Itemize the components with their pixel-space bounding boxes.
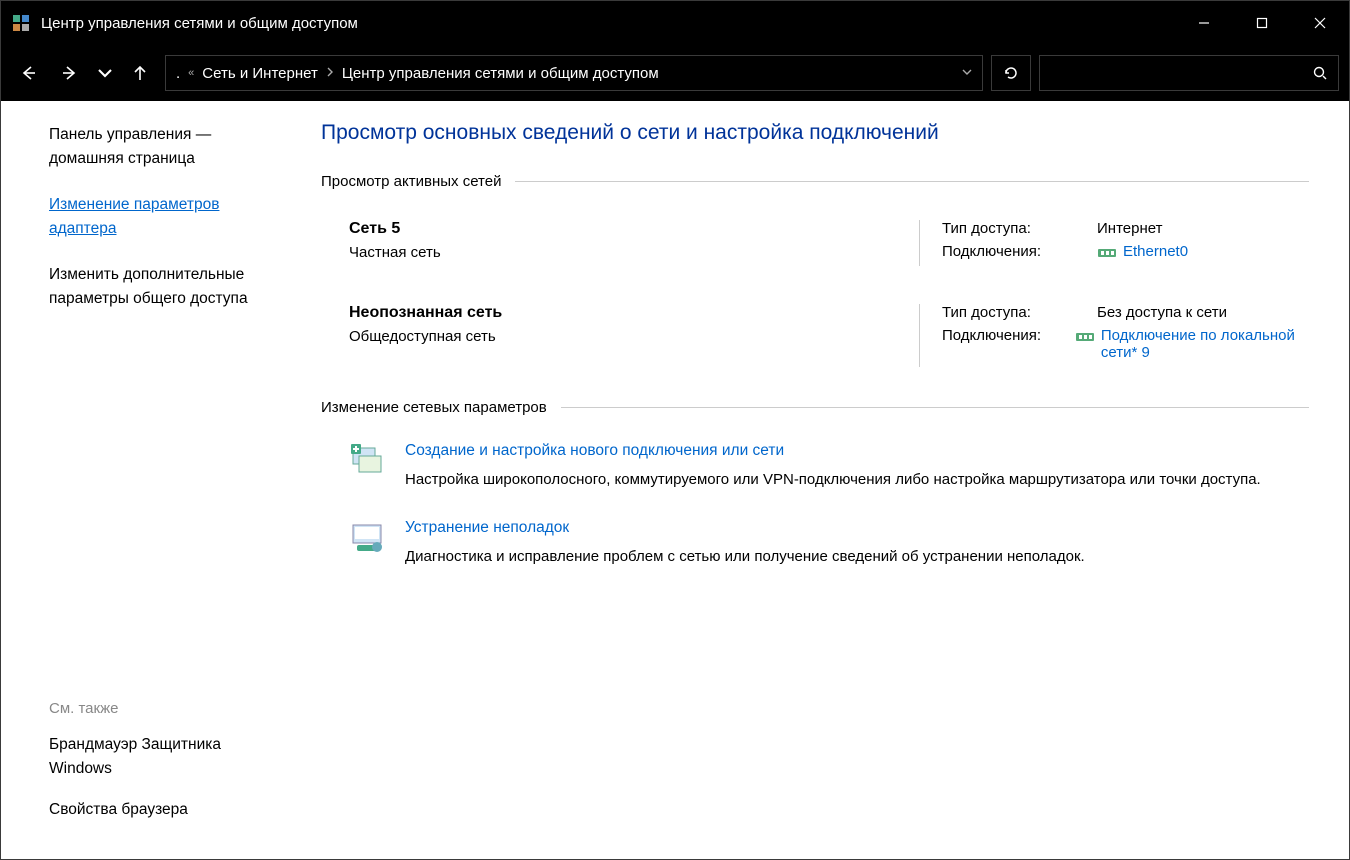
page-title: Просмотр основных сведений о сети и наст… (321, 121, 1309, 145)
up-button[interactable] (123, 56, 157, 90)
troubleshoot-icon (349, 519, 387, 557)
ethernet-icon (1097, 246, 1117, 260)
section-title: Изменение сетевых параметров (321, 399, 561, 416)
network-type: Частная сеть (349, 244, 919, 261)
sidebar-adapter-link[interactable]: Изменение параметров адаптера (49, 193, 281, 241)
access-type-label: Тип доступа: (942, 220, 1097, 237)
task-title[interactable]: Создание и настройка нового подключения … (405, 442, 1261, 460)
content-area: Панель управления — домашняя страница Из… (1, 101, 1349, 859)
firewall-link[interactable]: Брандмауэр Защитника Windows (49, 733, 281, 780)
sidebar-sharing-link[interactable]: Изменить дополнительные параметры общего… (49, 263, 281, 311)
task-description: Диагностика и исправление проблем с сеть… (405, 545, 1085, 568)
see-also-title: См. также (49, 700, 281, 717)
main-panel: Просмотр основных сведений о сети и наст… (301, 101, 1349, 859)
access-type-value: Интернет (1097, 220, 1162, 237)
access-type-value: Без доступа к сети (1097, 304, 1227, 321)
chevron-right-icon (326, 67, 334, 80)
search-input[interactable] (1039, 55, 1339, 91)
window-title: Центр управления сетями и общим доступом (41, 15, 358, 32)
network-type: Общедоступная сеть (349, 328, 919, 345)
close-button[interactable] (1291, 1, 1349, 45)
titlebar: Центр управления сетями и общим доступом (1, 1, 1349, 45)
task-title[interactable]: Устранение неполадок (405, 519, 1085, 537)
section-change-settings: Изменение сетевых параметров (321, 399, 1309, 416)
connection-name: Подключение по локальной сети* 9 (1101, 327, 1309, 361)
see-also-section: См. также Брандмауэр Защитника Windows С… (49, 700, 281, 839)
toolbar: . « Сеть и Интернет Центр управления сет… (1, 45, 1349, 101)
network-name: Неопознанная сеть (349, 304, 919, 322)
search-icon (1312, 65, 1328, 81)
breadcrumb-sep: « (188, 67, 194, 79)
connections-label: Подключения: (942, 327, 1075, 361)
task-item: Создание и настройка нового подключения … (321, 434, 1309, 499)
new-connection-icon (349, 442, 387, 480)
sidebar-home-link[interactable]: Панель управления — домашняя страница (49, 123, 281, 171)
access-type-label: Тип доступа: (942, 304, 1097, 321)
refresh-button[interactable] (991, 55, 1031, 91)
connection-link[interactable]: Подключение по локальной сети* 9 (1075, 327, 1309, 361)
forward-button[interactable] (53, 56, 87, 90)
sidebar: Панель управления — домашняя страница Из… (1, 101, 301, 859)
window: Центр управления сетями и общим доступом… (0, 0, 1350, 860)
maximize-button[interactable] (1233, 1, 1291, 45)
section-active-networks: Просмотр активных сетей (321, 173, 1309, 190)
history-dropdown[interactable] (95, 56, 115, 90)
network-entry: Неопознанная сеть Общедоступная сеть Тип… (321, 292, 1309, 379)
divider (515, 181, 1309, 182)
ethernet-icon (1075, 330, 1095, 344)
section-title: Просмотр активных сетей (321, 173, 515, 190)
network-name: Сеть 5 (349, 220, 919, 238)
task-item: Устранение неполадок Диагностика и испра… (321, 511, 1309, 576)
divider (561, 407, 1309, 408)
connection-name: Ethernet0 (1123, 243, 1188, 260)
connections-label: Подключения: (942, 243, 1097, 260)
network-entry: Сеть 5 Частная сеть Тип доступа: Интерне… (321, 208, 1309, 278)
minimize-button[interactable] (1175, 1, 1233, 45)
browser-properties-link[interactable]: Свойства браузера (49, 798, 281, 821)
address-bar[interactable]: . « Сеть и Интернет Центр управления сет… (165, 55, 983, 91)
chevron-down-icon[interactable] (962, 67, 972, 79)
breadcrumb-item[interactable]: Сеть и Интернет (202, 65, 318, 82)
connection-link[interactable]: Ethernet0 (1097, 243, 1188, 260)
breadcrumb-prefix: . (176, 65, 180, 82)
app-icon (11, 13, 31, 33)
back-button[interactable] (11, 56, 45, 90)
breadcrumb-item[interactable]: Центр управления сетями и общим доступом (342, 65, 659, 82)
task-description: Настройка широкополосного, коммутируемог… (405, 468, 1261, 491)
